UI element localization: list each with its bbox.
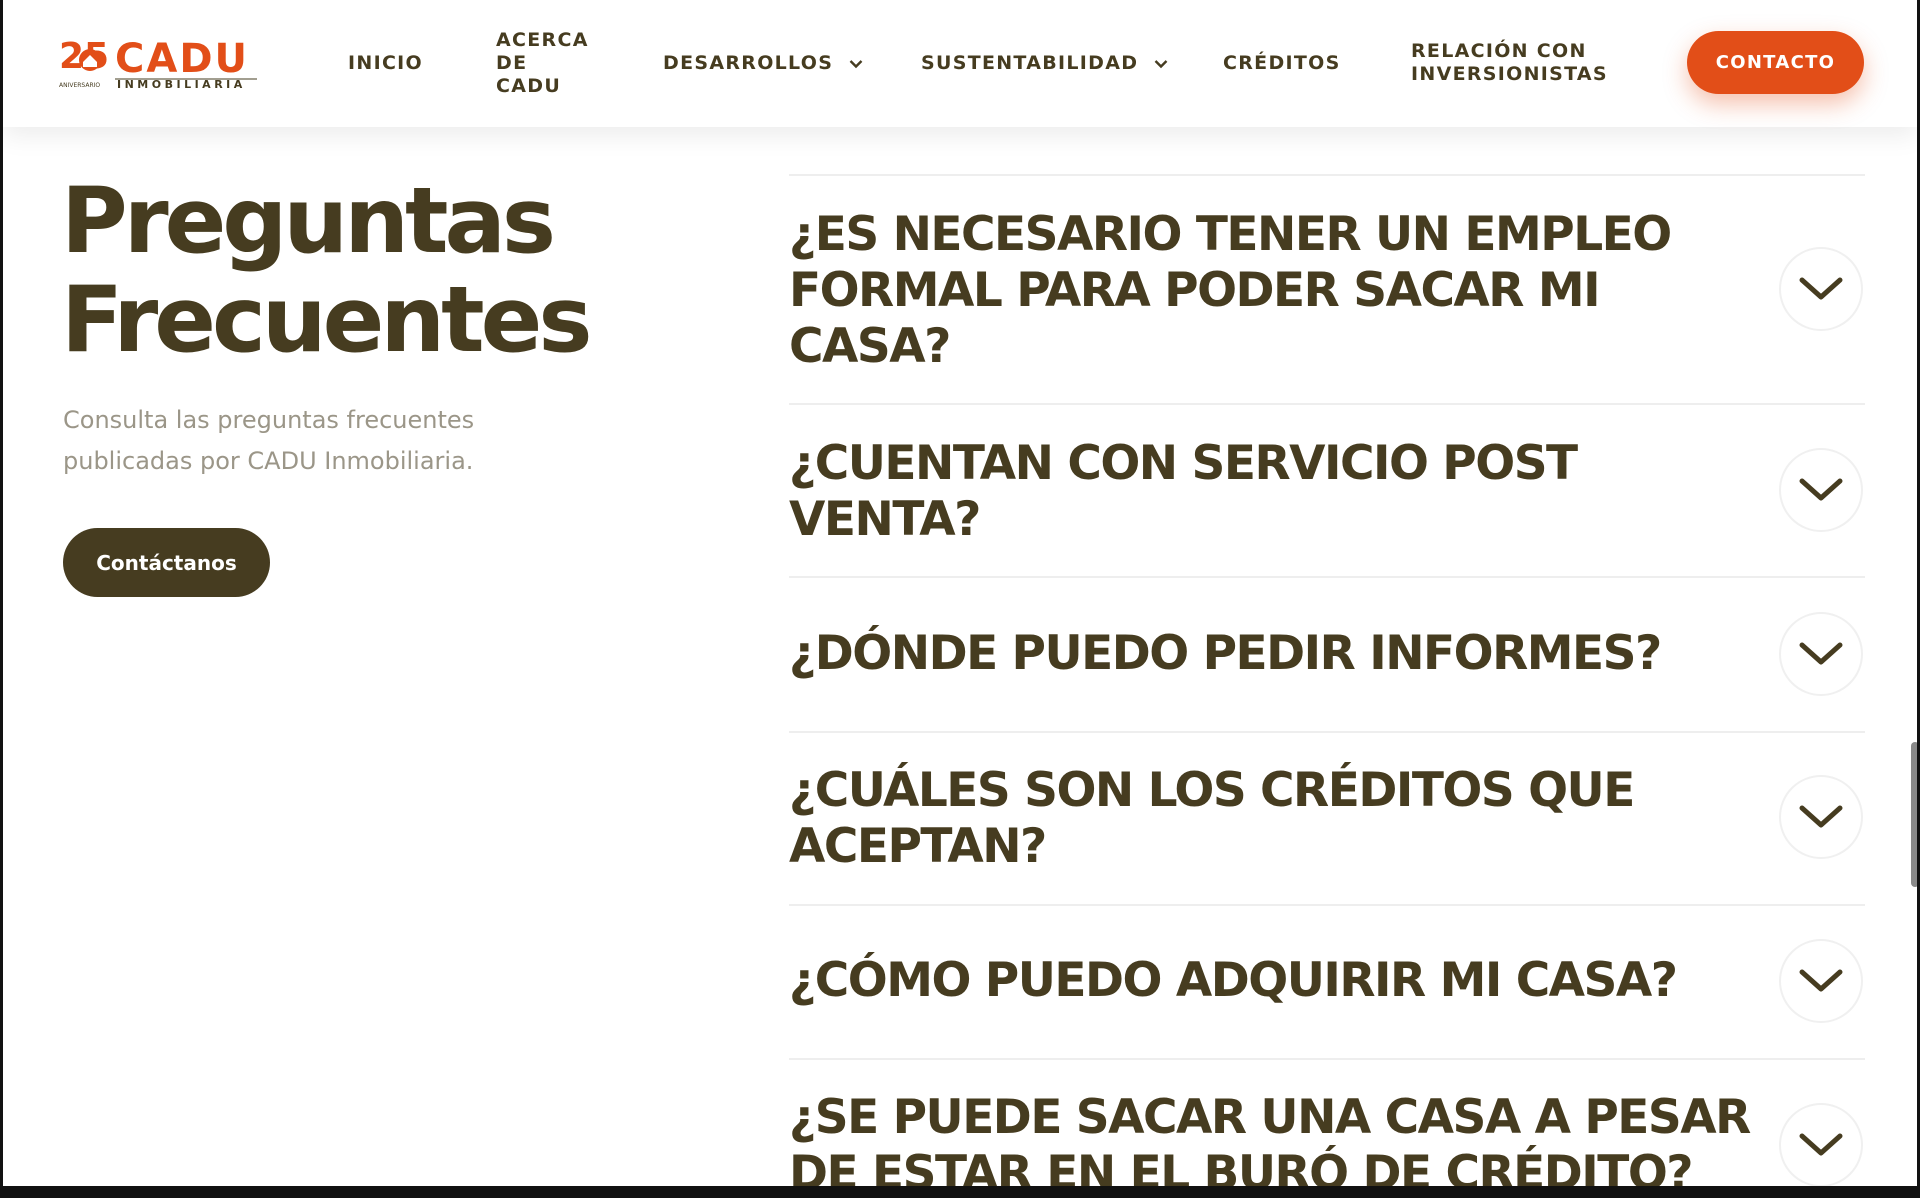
logo-anniversary-label: ANIVERSARIO (59, 82, 100, 89)
faq-question-line: ¿CUÁLES SON LOS CRÉDITOS QUE (789, 763, 1635, 818)
chevron-down-icon (1799, 277, 1843, 300)
faq-question-line: ACEPTAN? (789, 819, 1047, 874)
page-title-line: Frecuentes (61, 268, 593, 373)
page-subtitle-line: publicadas por CADU Inmobiliaria. (63, 447, 474, 475)
faq-divider (789, 174, 1865, 176)
chevron-down-icon (849, 59, 863, 68)
faq-question-line: CASA? (789, 319, 951, 374)
nav-relacion-line: INVERSIONISTAS (1411, 63, 1608, 85)
nav-relacion-inversionistas[interactable]: RELACIÓN CON INVERSIONISTAS (1411, 40, 1608, 86)
page-title: Preguntas Frecuentes (61, 169, 593, 373)
faq-toggle-button[interactable] (1779, 247, 1863, 331)
chevron-down-icon (1799, 642, 1843, 665)
faq-question[interactable]: ¿DÓNDE PUEDO PEDIR INFORMES? (789, 626, 1789, 682)
nav-inicio-label: INICIO (348, 52, 424, 74)
contact-button[interactable]: CONTACTO (1687, 31, 1864, 94)
page-title-line: Preguntas (61, 169, 556, 274)
faq-toggle-button[interactable] (1779, 775, 1863, 859)
faq-question[interactable]: ¿SE PUEDE SACAR UNA CASA A PESAR DE ESTA… (789, 1090, 1809, 1186)
scrollbar-thumb[interactable] (1911, 742, 1917, 887)
faq-question-line: DE ESTAR EN EL BURÓ DE CRÉDITO? (789, 1146, 1694, 1186)
nav-acerca-line: ACERCA (496, 29, 589, 51)
faq-question-line: ¿CUENTAN CON SERVICIO POST (789, 436, 1578, 491)
nav-acerca-de-cadu[interactable]: ACERCA DE CADU (496, 29, 589, 98)
logo-brand: CADU (115, 36, 249, 82)
nav-sustentabilidad-label: SUSTENTABILIDAD (921, 52, 1139, 74)
nav-creditos[interactable]: CRÉDITOS (1223, 52, 1341, 75)
logo-brand-sub: INMOBILIARIA (117, 78, 246, 91)
chevron-down-icon (1799, 805, 1843, 828)
faq-divider (789, 1058, 1865, 1060)
contactanos-button[interactable]: Contáctanos (63, 528, 270, 597)
nav-acerca-line: CADU (496, 75, 562, 97)
site-header: 25 ANIVERSARIO CADU INMOBILIARIA INICIO … (3, 0, 1917, 127)
chevron-down-icon (1799, 969, 1843, 992)
faq-question-line: ¿ES NECESARIO TENER UN EMPLEO (789, 207, 1672, 262)
nav-sustentabilidad[interactable]: SUSTENTABILIDAD (921, 52, 1168, 75)
faq-question-line: ¿SE PUEDE SACAR UNA CASA A PESAR (789, 1090, 1751, 1145)
faq-question[interactable]: ¿CÓMO PUEDO ADQUIRIR MI CASA? (789, 953, 1789, 1009)
chevron-down-icon (1154, 59, 1168, 68)
faq-question-line: ¿DÓNDE PUEDO PEDIR INFORMES? (789, 626, 1662, 681)
chevron-down-icon (1799, 1133, 1843, 1156)
page-subtitle-line: Consulta las preguntas frecuentes (63, 406, 475, 434)
nav-creditos-label: CRÉDITOS (1223, 52, 1341, 74)
faq-divider (789, 904, 1865, 906)
faq-toggle-button[interactable] (1779, 448, 1863, 532)
cadu-logo[interactable]: 25 ANIVERSARIO CADU INMOBILIARIA (59, 34, 259, 94)
faq-toggle-button[interactable] (1779, 939, 1863, 1023)
faq-toggle-button[interactable] (1779, 612, 1863, 696)
nav-relacion-line: RELACIÓN CON (1411, 40, 1587, 62)
chevron-down-icon (1799, 478, 1843, 501)
page: 25 ANIVERSARIO CADU INMOBILIARIA INICIO … (3, 0, 1917, 1186)
nav-desarrollos-label: DESARROLLOS (663, 52, 834, 74)
faq-divider (789, 403, 1865, 405)
nav-inicio[interactable]: INICIO (348, 52, 423, 75)
faq-question-line: ¿CÓMO PUEDO ADQUIRIR MI CASA? (789, 953, 1678, 1008)
cadu-logo-mark: 25 ANIVERSARIO CADU INMOBILIARIA (59, 36, 257, 91)
nav-acerca-line: DE (496, 52, 528, 74)
faq-question-line: VENTA? (789, 492, 981, 547)
nav-desarrollos[interactable]: DESARROLLOS (663, 52, 863, 75)
page-scrollbar[interactable] (1909, 0, 1917, 1186)
faq-divider (789, 576, 1865, 578)
faq-question-line: FORMAL PARA PODER SACAR MI (789, 263, 1601, 318)
faq-question[interactable]: ¿CUENTAN CON SERVICIO POST VENTA? (789, 436, 1789, 548)
faq-question[interactable]: ¿CUÁLES SON LOS CRÉDITOS QUE ACEPTAN? (789, 763, 1789, 875)
page-subtitle: Consulta las preguntas frecuentes public… (63, 400, 583, 482)
faq-divider (789, 731, 1865, 733)
faq-question[interactable]: ¿ES NECESARIO TENER UN EMPLEO FORMAL PAR… (789, 207, 1789, 375)
faq-toggle-button[interactable] (1779, 1103, 1863, 1186)
